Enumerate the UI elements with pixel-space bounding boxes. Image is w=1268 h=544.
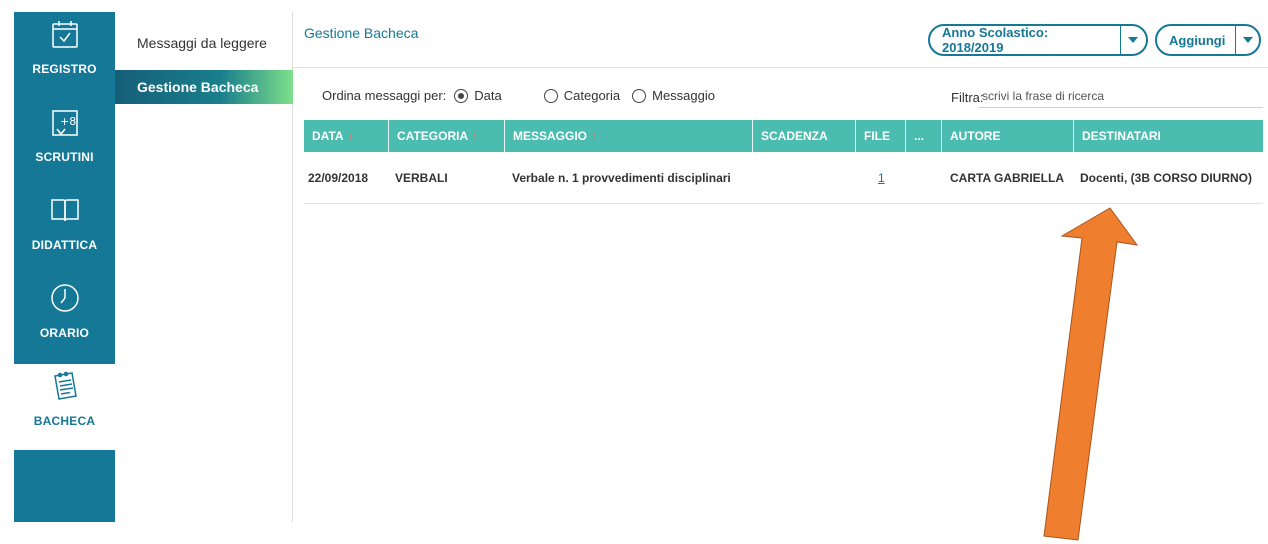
cell-autore: CARTA GABRIELLA <box>950 171 1064 185</box>
anno-scolastico-label: Anno Scolastico: 2018/2019 <box>930 25 1121 55</box>
column-header-data[interactable]: DATA ↓ <box>304 120 389 152</box>
clock-icon <box>50 282 80 314</box>
column-header-label: FILE <box>864 129 890 143</box>
chevron-down-icon <box>1236 37 1259 43</box>
sort-up-arrow-icon: ↑ <box>472 129 479 143</box>
submenu-item-messaggi-da-leggere[interactable]: Messaggi da leggere <box>115 26 293 60</box>
column-header-more[interactable]: ... <box>906 120 942 152</box>
column-header-label: AUTORE <box>950 129 1001 143</box>
radio-label: Categoria <box>563 88 621 103</box>
submenu-item-gestione-bacheca[interactable]: Gestione Bacheca <box>115 70 293 104</box>
sort-down-arrow-icon: ↓ <box>347 129 354 143</box>
page-title: Gestione Bacheca <box>304 25 419 41</box>
table-header: DATA ↓ CATEGORIA ↑ MESSAGGIO ↑ SCADENZA FIL… <box>304 120 1263 152</box>
column-header-label: MESSAGGIO <box>513 129 588 143</box>
column-header-file[interactable]: FILE <box>856 120 906 152</box>
sort-up-arrow-icon: ↑ <box>591 129 598 143</box>
notepad-icon <box>50 370 80 402</box>
column-header-messaggio[interactable]: MESSAGGIO ↑ <box>505 120 753 152</box>
sort-radio-categoria[interactable]: Categoria <box>543 88 621 103</box>
book-icon <box>50 194 80 226</box>
nav-label: DIDATTICA <box>31 238 98 252</box>
cell-data: 22/09/2018 <box>308 171 369 185</box>
radio-unselected-icon <box>632 88 647 103</box>
radio-unselected-icon <box>543 88 558 103</box>
radio-label: Data <box>474 88 502 103</box>
nav-item-bacheca[interactable]: BACHECA <box>14 364 115 450</box>
nav-label: REGISTRO <box>32 62 97 76</box>
column-header-label: ... <box>914 129 925 143</box>
cell-categoria: VERBALI <box>395 171 448 185</box>
nav-item-orario[interactable]: ORARIO <box>14 276 115 362</box>
svg-text:+8: +8 <box>60 115 76 128</box>
nav-item-registro[interactable]: REGISTRO <box>14 12 115 98</box>
column-header-label: DESTINATARI <box>1082 129 1161 143</box>
nav-label: ORARIO <box>39 326 90 340</box>
calendar-check-icon <box>50 18 80 50</box>
nav-item-scrutini[interactable]: +8 SCRUTINI <box>14 100 115 186</box>
aggiungi-label: Aggiungi <box>1157 26 1237 54</box>
table-row[interactable]: 22/09/2018 VERBALI Verbale n. 1 provvedi… <box>304 152 1263 204</box>
sort-label: Ordina messaggi per: <box>322 88 447 103</box>
column-header-label: CATEGORIA <box>397 129 469 143</box>
search-input[interactable] <box>978 84 1263 108</box>
column-header-categoria[interactable]: CATEGORIA ↑ <box>389 120 505 152</box>
left-nav: REGISTRO +8 SCRUTINI DIDATTICA ORARIO BA… <box>14 12 115 522</box>
radio-label: Messaggio <box>652 88 715 103</box>
column-header-scadenza[interactable]: SCADENZA <box>753 120 856 152</box>
grade-plus-icon: +8 <box>50 106 80 138</box>
nav-item-didattica[interactable]: DIDATTICA <box>14 188 115 274</box>
cell-destinatari: Docenti, (3B CORSO DIURNO) <box>1080 171 1253 185</box>
app-root: REGISTRO +8 SCRUTINI DIDATTICA ORARIO BA… <box>0 0 1268 544</box>
cell-messaggio: Verbale n. 1 provvedimenti disciplinari <box>512 171 731 185</box>
column-header-label: SCADENZA <box>761 129 828 143</box>
page-header: Gestione Bacheca Anno Scolastico: 2018/2… <box>293 12 1268 68</box>
nav-label: SCRUTINI <box>35 150 94 164</box>
column-header-autore[interactable]: AUTORE <box>942 120 1074 152</box>
submenu: Messaggi da leggere Gestione Bacheca <box>115 12 293 522</box>
cell-scadenza <box>757 152 759 204</box>
column-header-destinatari[interactable]: DESTINATARI <box>1074 120 1263 152</box>
anno-scolastico-dropdown[interactable]: Anno Scolastico: 2018/2019 <box>928 24 1148 56</box>
sort-radio-data[interactable]: Data <box>454 88 502 103</box>
chevron-down-icon <box>1121 37 1146 43</box>
radio-selected-icon <box>454 88 469 103</box>
column-header-label: DATA <box>312 129 344 143</box>
aggiungi-dropdown[interactable]: Aggiungi <box>1155 24 1261 56</box>
cell-file-link[interactable]: 1 <box>876 152 885 204</box>
sort-radio-messaggio[interactable]: Messaggio <box>632 88 715 103</box>
sort-controls: Ordina messaggi per: Data Categoria Mess… <box>322 88 715 103</box>
messages-table: DATA ↓ CATEGORIA ↑ MESSAGGIO ↑ SCADENZA FIL… <box>304 120 1263 204</box>
nav-label: BACHECA <box>33 414 96 428</box>
